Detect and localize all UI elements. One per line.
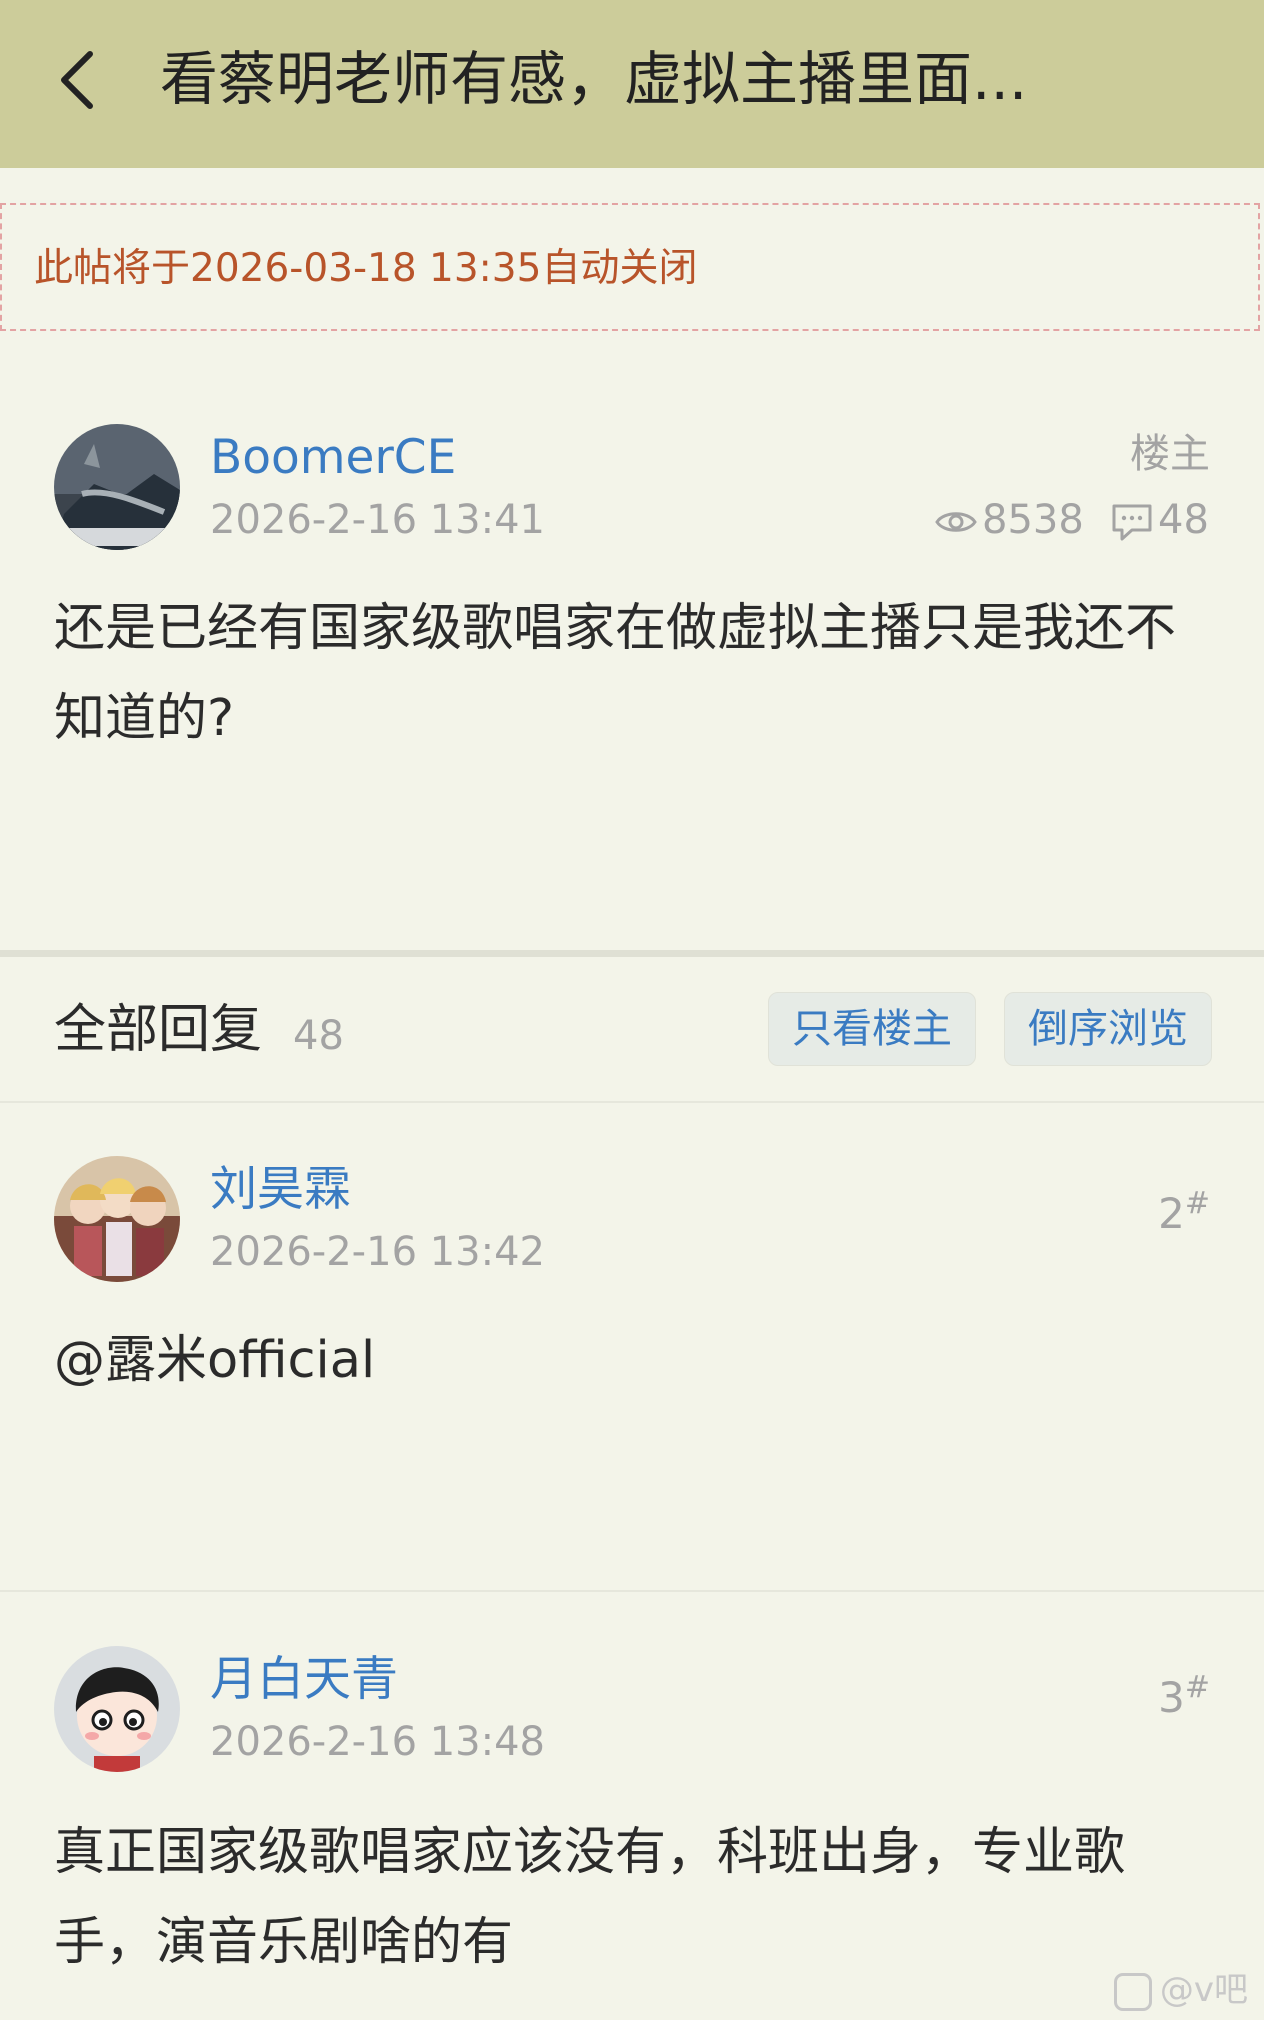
auto-close-notice: 此帖将于2026-03-18 13:35自动关闭: [0, 203, 1260, 331]
reply-time: 2026-2-16 13:48: [210, 1719, 545, 1765]
reverse-order-button[interactable]: 倒序浏览: [1004, 992, 1212, 1066]
floor-number: 3#: [1158, 1660, 1210, 1726]
op-content: 还是已经有国家级歌唱家在做虚拟主播只是我还不知道的?: [54, 599, 1177, 748]
floor-mark: #: [1184, 1186, 1210, 1221]
op-post-time: 2026-2-16 13:41: [210, 497, 545, 543]
reply-avatar[interactable]: [54, 1646, 180, 1772]
only-op-button[interactable]: 只看楼主: [768, 992, 976, 1066]
reply-avatar-image: [54, 1156, 180, 1282]
page-title: 看蔡明老师有感，虚拟主播里面...: [160, 45, 1028, 113]
reply-avatar[interactable]: [54, 1156, 180, 1282]
comment-count-value: 48: [1158, 497, 1209, 543]
all-replies-count: 48: [293, 1013, 344, 1059]
reply-username[interactable]: 月白天青: [210, 1650, 398, 1710]
top-bar: 看蔡明老师有感，虚拟主播里面...: [0, 0, 1264, 168]
floor-mark: #: [1184, 1670, 1210, 1705]
eye-icon: [935, 512, 977, 532]
floor-number-value: 2: [1158, 1189, 1185, 1238]
op-avatar[interactable]: [54, 424, 180, 550]
divider: [0, 1590, 1264, 1592]
reply-username[interactable]: 刘昊霖: [210, 1160, 351, 1220]
op-username[interactable]: BoomerCE: [210, 428, 456, 488]
back-arrow-icon: [61, 51, 93, 109]
section-divider: [0, 950, 1264, 957]
floor-number-value: 3: [1158, 1673, 1185, 1722]
watermark-text: @v吧: [1159, 1970, 1248, 2010]
view-count-value: 8538: [982, 497, 1084, 543]
comment-count: 48: [1110, 492, 1209, 548]
watermark: @v吧: [1113, 1968, 1248, 2012]
comment-icon: [1112, 504, 1152, 541]
back-button[interactable]: [44, 40, 114, 120]
all-replies-heading: 全部回复: [54, 1000, 263, 1060]
notice-text: 此帖将于2026-03-18 13:35自动关闭: [34, 246, 698, 291]
op-avatar-image: [54, 424, 180, 550]
reply-content: 真正国家级歌唱家应该没有，科班出身，专业歌手，演音乐剧啥的有: [54, 1823, 1126, 1972]
op-badge: 楼主: [1130, 431, 1210, 477]
reply-time: 2026-2-16 13:42: [210, 1229, 545, 1275]
reply-content: @露米official: [54, 1331, 376, 1390]
floor-number: 2#: [1158, 1176, 1210, 1242]
reply-avatar-image: [54, 1646, 180, 1772]
watermark-logo-icon: [1113, 1972, 1152, 2011]
view-count: 8538: [934, 492, 1084, 548]
divider: [0, 1101, 1264, 1103]
